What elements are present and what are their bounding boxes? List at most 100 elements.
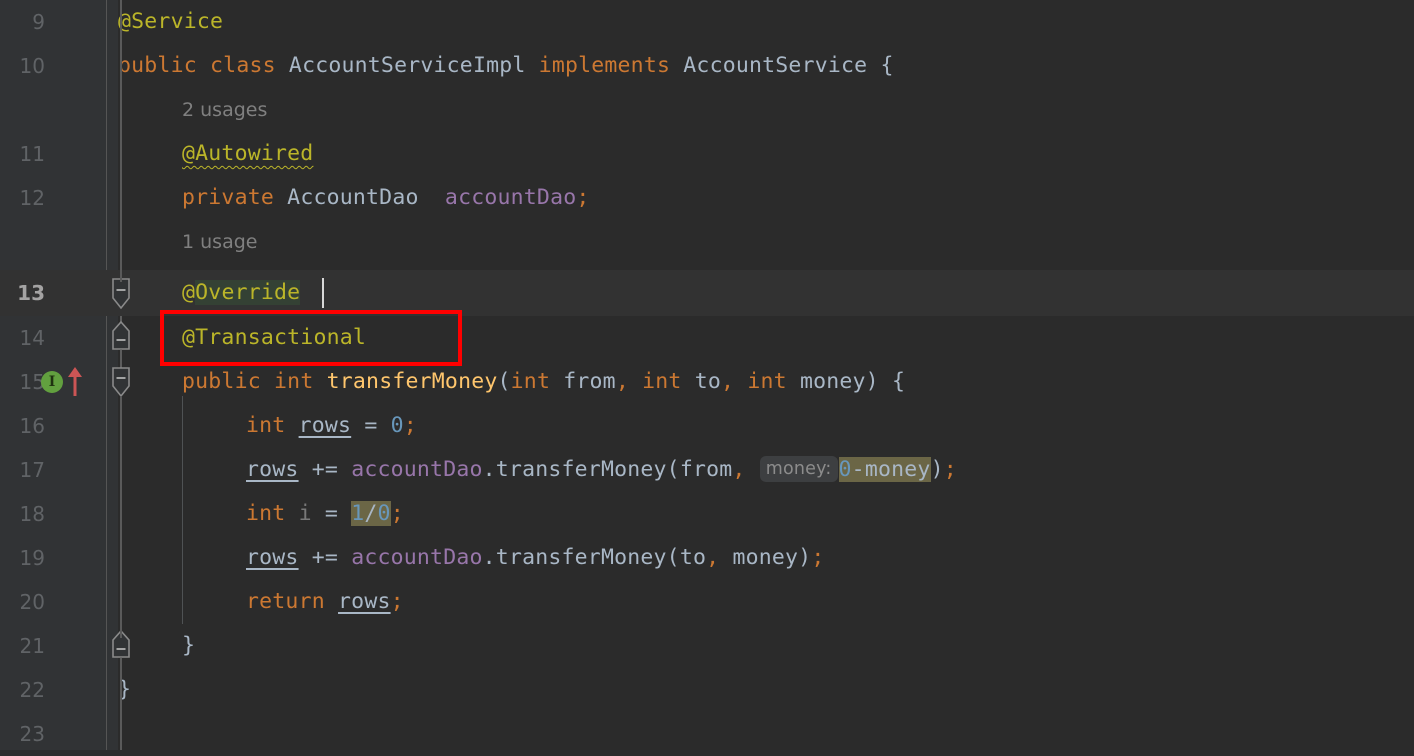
implementing-method-marker-icon[interactable]: I (41, 371, 63, 393)
code-line-10[interactable]: public class AccountServiceImpl implemen… (118, 44, 894, 88)
keyword-int: int (246, 501, 286, 526)
usages-hint[interactable]: 2 usages (182, 88, 267, 132)
line-number[interactable]: 23 (0, 712, 45, 756)
keyword-public: public (118, 53, 197, 78)
line-number[interactable]: 11 (0, 132, 45, 176)
comma: , (732, 457, 746, 482)
code-line-13[interactable]: @Override (182, 270, 301, 316)
overriding-method-arrow-icon[interactable] (66, 366, 84, 402)
editor-line-18[interactable]: 18 int i = 1/0; (0, 492, 1414, 536)
class-name-AccountServiceImpl: AccountServiceImpl (288, 53, 526, 78)
plus-assign-operator: += (311, 545, 339, 570)
brace-open: { (891, 369, 906, 394)
comma: , (615, 369, 629, 394)
arg-from: from (679, 457, 733, 482)
keyword-int: int (246, 413, 286, 438)
line-number[interactable]: 15 (0, 360, 45, 404)
divide-operator: / (364, 501, 378, 526)
editor-line-23[interactable]: 23 (0, 712, 1414, 756)
editor-line-21[interactable]: 21 } (0, 624, 1414, 668)
code-line-19[interactable]: rows += accountDao.transferMoney(to, mon… (246, 536, 824, 580)
line-number[interactable]: 16 (0, 404, 45, 448)
code-line-11[interactable]: @Autowired (182, 132, 313, 176)
editor-line-16[interactable]: 16 int rows = 0; (0, 404, 1414, 448)
comma: , (706, 545, 720, 570)
line-number[interactable]: 22 (0, 668, 45, 712)
usages-hint[interactable]: 1 usage (182, 220, 257, 264)
semicolon: ; (403, 413, 417, 438)
code-line-15[interactable]: public int transferMoney(int from, int t… (182, 360, 905, 404)
number-one: 1 (351, 501, 365, 526)
param-from: from (563, 369, 616, 394)
editor-line-20[interactable]: 20 return rows; (0, 580, 1414, 624)
code-editor[interactable]: 9 @Service 10 public class AccountServic… (0, 0, 1414, 750)
code-line-9[interactable]: @Service (118, 0, 223, 44)
line-number[interactable]: 21 (0, 624, 45, 668)
arg-money: money (864, 457, 931, 482)
editor-line-19[interactable]: 19 rows += accountDao.transferMoney(to, … (0, 536, 1414, 580)
line-number[interactable]: 17 (0, 448, 45, 492)
inlay-hint-row-usages-2: 2 usages (0, 88, 1414, 132)
plus-assign-operator: += (311, 457, 339, 482)
dot: . (482, 545, 496, 570)
paren-open: ( (497, 369, 511, 394)
keyword-private: private (182, 185, 275, 210)
text-caret (322, 278, 324, 308)
semicolon: ; (943, 457, 957, 482)
keyword-int-param1: int (510, 369, 551, 394)
code-line-18[interactable]: int i = 1/0; (246, 492, 404, 536)
editor-line-10[interactable]: 10 public class AccountServiceImpl imple… (0, 44, 1414, 88)
line-number[interactable]: 10 (0, 44, 45, 88)
code-line-16[interactable]: int rows = 0; (246, 404, 417, 448)
code-line-20[interactable]: return rows; (246, 580, 404, 624)
line-number[interactable]: 12 (0, 176, 45, 220)
keyword-int-param2: int (642, 369, 682, 394)
editor-line-17[interactable]: 17 rows += accountDao.transferMoney(from… (0, 448, 1414, 492)
local-var-rows: rows (246, 545, 299, 570)
editor-line-11[interactable]: 11 @Autowired (0, 132, 1414, 176)
line-number-current[interactable]: 13 (0, 270, 45, 316)
editor-line-9[interactable]: 9 @Service (0, 0, 1414, 44)
number-zero: 0 (838, 457, 852, 482)
line-number[interactable]: 20 (0, 580, 45, 624)
number-zero: 0 (390, 413, 404, 438)
line-number[interactable]: 19 (0, 536, 45, 580)
editor-line-13[interactable]: 13 @Override (0, 270, 1414, 316)
editor-line-14[interactable]: 14 @Transactional (0, 316, 1414, 360)
paren-close: ) (798, 545, 812, 570)
method-call-transferMoney: transferMoney (495, 545, 667, 570)
editor-line-12[interactable]: 12 private AccountDao accountDao; (0, 176, 1414, 220)
code-line-17[interactable]: rows += accountDao.transferMoney(from, m… (246, 448, 957, 492)
line-number[interactable]: 9 (0, 0, 45, 44)
code-line-21[interactable]: } (182, 624, 195, 668)
code-line-12[interactable]: private AccountDao accountDao; (182, 176, 590, 220)
line-number[interactable]: 18 (0, 492, 45, 536)
brace-close-method: } (182, 633, 196, 658)
paren-close: ) (930, 457, 944, 482)
code-line-14[interactable]: @Transactional (182, 316, 366, 360)
editor-line-22[interactable]: 22 } (0, 668, 1414, 712)
parameter-name-hint[interactable]: money: (759, 456, 838, 482)
editor-line-15[interactable]: 15 public int transferMoney(int from, in… (0, 360, 1414, 404)
fold-marker-line-14[interactable] (107, 316, 135, 364)
fold-region-line-class (120, 0, 122, 282)
keyword-int-return: int (274, 369, 314, 394)
line-number[interactable]: 14 (0, 316, 45, 360)
dot: . (482, 457, 496, 482)
assign-operator: = (324, 501, 339, 526)
